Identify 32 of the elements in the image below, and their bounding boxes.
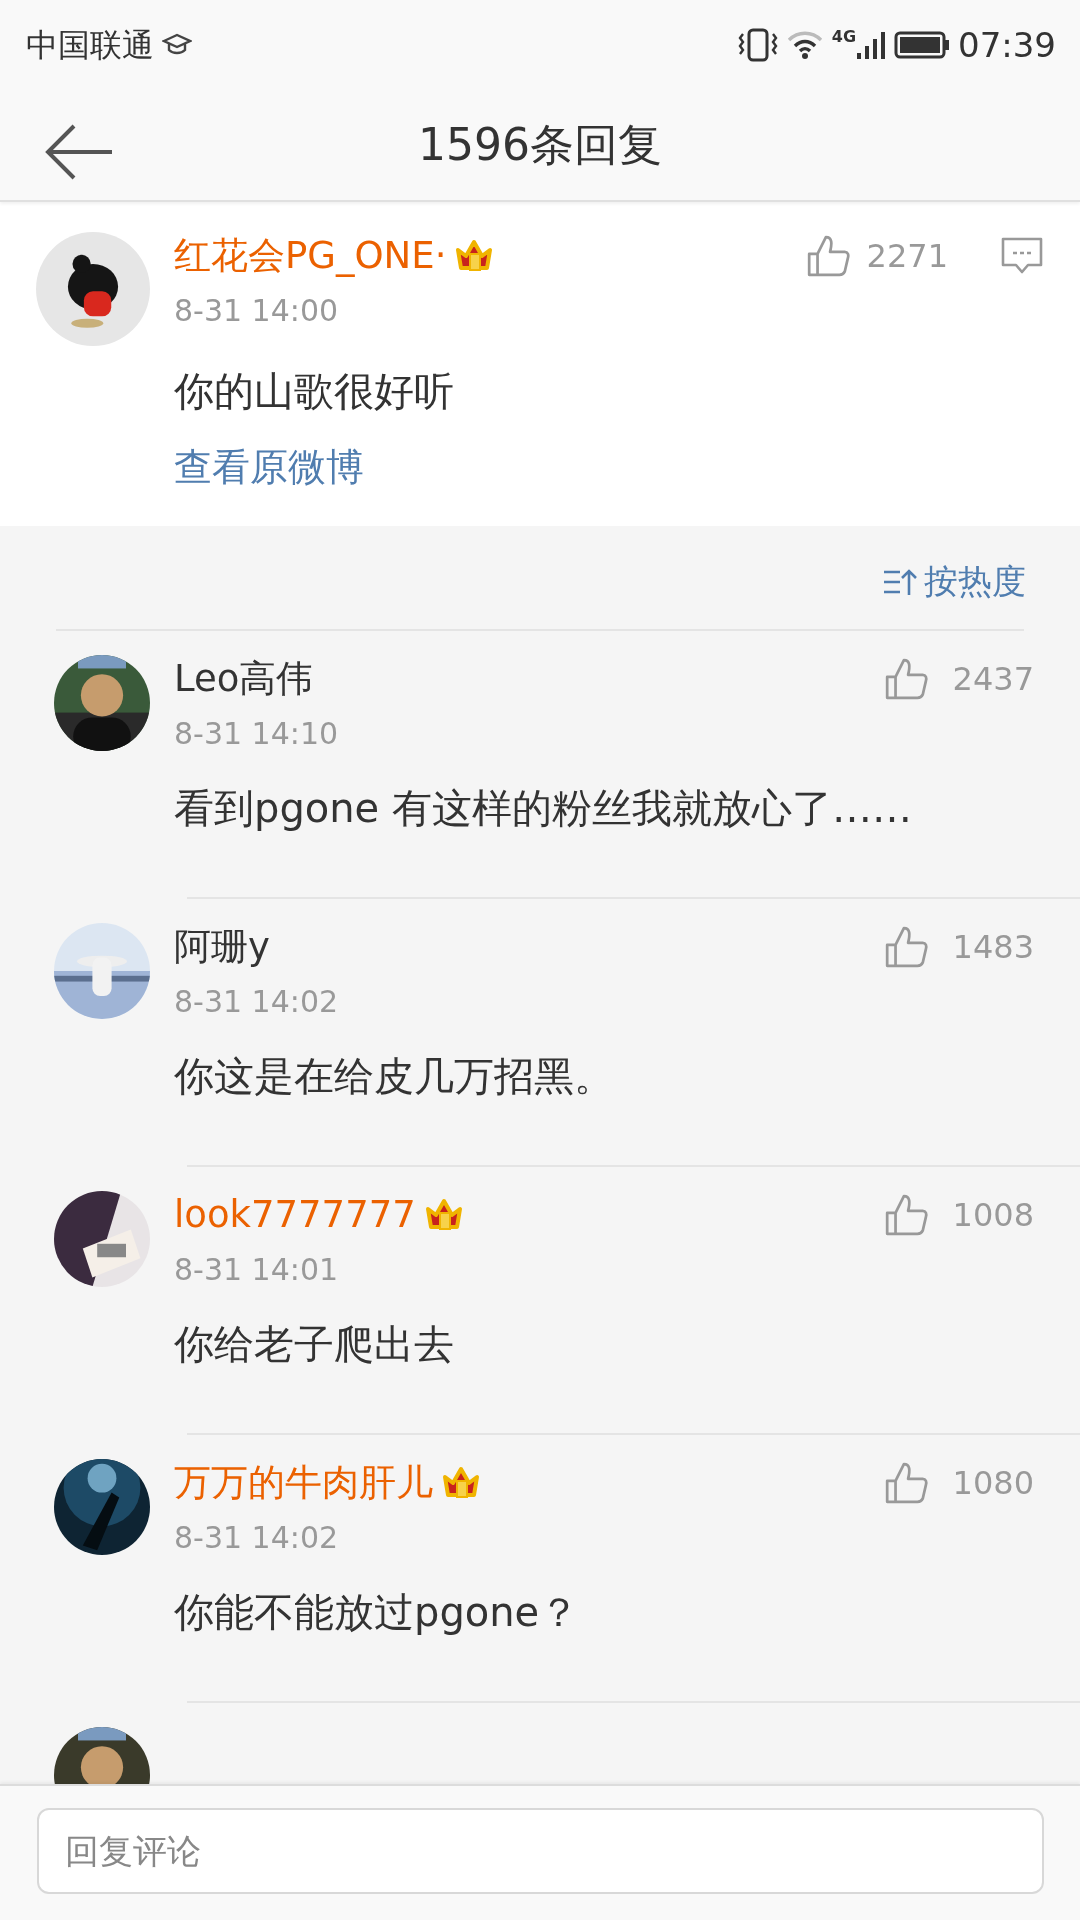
comment-icon[interactable] (1000, 236, 1044, 276)
network-type: 4G (831, 29, 856, 45)
user-name[interactable]: 万万的牛肉肝儿 (174, 1460, 433, 1506)
user-name[interactable]: 红花会PG_ONE· (174, 233, 447, 279)
comment-text: 你给老子爬出去 (174, 1320, 455, 1369)
signal-icon (856, 29, 886, 61)
sort-button[interactable]: 按热度 (882, 556, 1026, 607)
comment-text: 看到pgone 有这样的粉丝我就放心了…… (174, 784, 913, 833)
reply-input[interactable]: 回复评论 (37, 1808, 1044, 1894)
like-count: 2271 (866, 236, 948, 277)
comment-time: 8-31 14:00 (174, 292, 340, 330)
comment-time: 8-31 14:01 (174, 1251, 340, 1289)
comment-time: 8-31 14:02 (174, 983, 340, 1021)
comment-time: 8-31 14:02 (174, 1519, 340, 1557)
comment-text: 你能不能放过pgone？ (174, 1588, 581, 1637)
like-count: 1080 (952, 1463, 1034, 1504)
like-count: 1483 (952, 927, 1034, 968)
user-name[interactable]: Leo高伟 (174, 656, 314, 702)
comment-time: 8-31 14:10 (174, 715, 340, 753)
comment-text: 你这是在给皮几万招黑。 (174, 1052, 615, 1101)
battery-icon (894, 31, 950, 59)
user-name[interactable]: look7777777 (174, 1192, 416, 1238)
like-count: 1008 (952, 1195, 1034, 1236)
like-count: 2437 (952, 659, 1034, 700)
user-name[interactable]: 阿珊y (174, 924, 270, 970)
comment-text: 你的山歌很好听 (174, 367, 455, 416)
view-original-link[interactable]: 查看原微博 (174, 439, 364, 496)
page-title: 1596条回复 (418, 118, 662, 172)
wifi-icon (785, 29, 824, 61)
clock: 07:39 (958, 23, 1056, 67)
vibrate-icon (737, 28, 778, 62)
carrier-name: 中国联通 (26, 25, 154, 66)
